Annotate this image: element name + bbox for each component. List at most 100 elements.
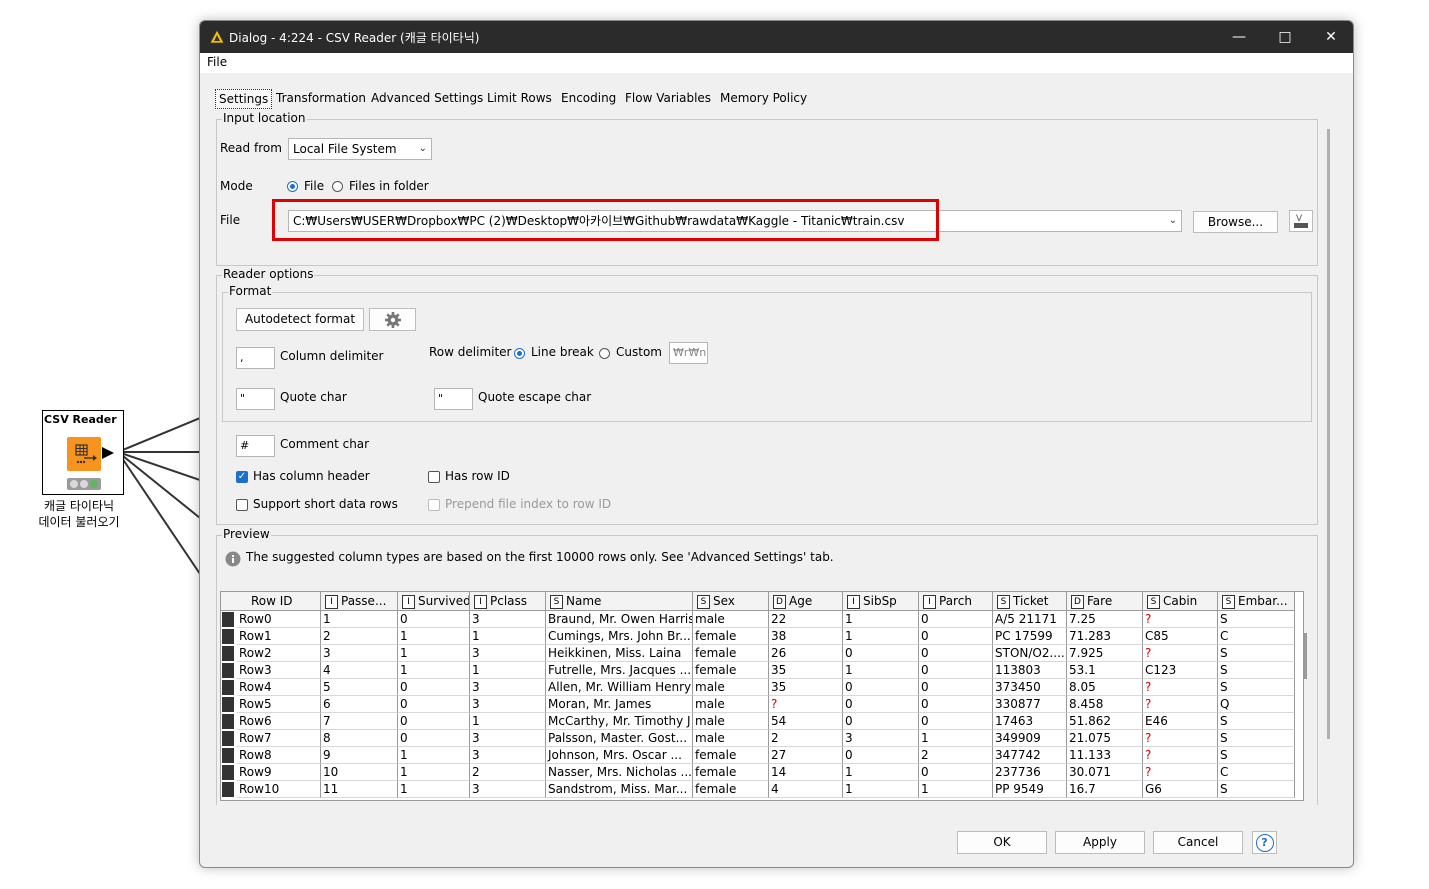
table-cell[interactable]: 2 bbox=[919, 747, 993, 764]
table-cell[interactable]: S bbox=[1218, 662, 1295, 679]
table-cell[interactable]: 1 bbox=[843, 764, 919, 781]
table-cell[interactable]: C bbox=[1218, 764, 1295, 781]
table-cell[interactable]: C85 bbox=[1143, 628, 1218, 645]
column-header[interactable]: S Embar... bbox=[1218, 592, 1295, 611]
table-cell[interactable]: 5 bbox=[321, 679, 398, 696]
row-id-cell[interactable]: Row8 bbox=[237, 747, 321, 764]
table-cell[interactable]: 0 bbox=[919, 696, 993, 713]
column-delimiter-input[interactable]: , bbox=[236, 347, 275, 369]
column-header[interactable]: D Age bbox=[769, 592, 843, 611]
table-cell[interactable]: 1 bbox=[470, 713, 546, 730]
table-cell[interactable]: ? bbox=[1143, 747, 1218, 764]
table-cell[interactable]: S bbox=[1218, 713, 1295, 730]
maximize-button[interactable]: □ bbox=[1262, 21, 1308, 53]
column-header[interactable]: I Parch bbox=[919, 592, 993, 611]
table-cell[interactable]: McCarthy, Mr. Timothy J bbox=[546, 713, 693, 730]
table-cell[interactable]: 1 bbox=[398, 781, 470, 798]
table-cell[interactable]: 0 bbox=[919, 611, 993, 628]
table-cell[interactable]: 51.862 bbox=[1067, 713, 1143, 730]
table-cell[interactable]: 8.05 bbox=[1067, 679, 1143, 696]
table-cell[interactable]: 35 bbox=[769, 679, 843, 696]
table-cell[interactable]: 373450 bbox=[993, 679, 1067, 696]
table-cell[interactable]: Sandstrom, Miss. Mar... bbox=[546, 781, 693, 798]
row-id-cell[interactable]: Row9 bbox=[237, 764, 321, 781]
table-cell[interactable]: 349909 bbox=[993, 730, 1067, 747]
table-cell[interactable]: Braund, Mr. Owen Harris bbox=[546, 611, 693, 628]
table-cell[interactable]: 0 bbox=[919, 713, 993, 730]
table-cell[interactable]: 6 bbox=[321, 696, 398, 713]
tab-flow-variables[interactable]: Flow Variables bbox=[622, 89, 714, 107]
ok-button[interactable]: OK bbox=[957, 831, 1047, 854]
browse-button[interactable]: Browse... bbox=[1193, 211, 1278, 233]
table-cell[interactable]: ? bbox=[1143, 696, 1218, 713]
table-cell[interactable]: 30.071 bbox=[1067, 764, 1143, 781]
table-cell[interactable]: 11 bbox=[321, 781, 398, 798]
table-cell[interactable]: 9 bbox=[321, 747, 398, 764]
has-row-id-checkbox[interactable] bbox=[428, 471, 440, 483]
title-bar[interactable]: Dialog - 4:224 - CSV Reader (캐글 타이타닉) — … bbox=[200, 21, 1353, 53]
table-cell[interactable]: 1 bbox=[919, 781, 993, 798]
table-cell[interactable]: S bbox=[1218, 730, 1295, 747]
table-cell[interactable]: 3 bbox=[470, 645, 546, 662]
autodetect-format-button[interactable]: Autodetect format bbox=[236, 308, 364, 331]
table-cell[interactable]: 0 bbox=[843, 713, 919, 730]
tab-encoding[interactable]: Encoding bbox=[558, 89, 619, 107]
table-cell[interactable]: 2 bbox=[321, 628, 398, 645]
table-cell[interactable]: 3 bbox=[470, 730, 546, 747]
table-cell[interactable]: S bbox=[1218, 781, 1295, 798]
table-cell[interactable]: Palsson, Master. Gost... bbox=[546, 730, 693, 747]
table-cell[interactable]: STON/O2.... bbox=[993, 645, 1067, 662]
table-cell[interactable]: male bbox=[693, 679, 769, 696]
help-button[interactable]: ? bbox=[1252, 831, 1277, 854]
has-column-header-checkbox[interactable]: ✓ bbox=[236, 471, 248, 483]
column-header[interactable]: S Ticket bbox=[993, 592, 1067, 611]
table-cell[interactable]: 27 bbox=[769, 747, 843, 764]
tab-settings[interactable]: Settings bbox=[215, 89, 273, 109]
table-cell[interactable]: 0 bbox=[398, 730, 470, 747]
table-cell[interactable]: 71.283 bbox=[1067, 628, 1143, 645]
table-cell[interactable]: male bbox=[693, 696, 769, 713]
table-cell[interactable]: 14 bbox=[769, 764, 843, 781]
row-id-cell[interactable]: Row4 bbox=[237, 679, 321, 696]
table-cell[interactable]: C bbox=[1218, 628, 1295, 645]
table-cell[interactable]: 11.133 bbox=[1067, 747, 1143, 764]
column-header[interactable]: I Pclass bbox=[470, 592, 546, 611]
table-cell[interactable]: S bbox=[1218, 747, 1295, 764]
row-delim-custom-input[interactable]: ₩r₩n bbox=[669, 342, 708, 364]
table-cell[interactable]: 4 bbox=[769, 781, 843, 798]
table-cell[interactable]: 0 bbox=[398, 696, 470, 713]
column-header[interactable]: I Survived bbox=[398, 592, 470, 611]
table-cell[interactable]: 22 bbox=[769, 611, 843, 628]
node-label[interactable]: 캐글 타이타닉 데이터 불러오기 bbox=[20, 498, 138, 530]
table-cell[interactable]: 21.075 bbox=[1067, 730, 1143, 747]
table-cell[interactable]: S bbox=[1218, 679, 1295, 696]
row-id-cell[interactable]: Row6 bbox=[237, 713, 321, 730]
read-from-select[interactable]: Local File System ⌄ bbox=[288, 138, 432, 160]
row-id-cell[interactable]: Row5 bbox=[237, 696, 321, 713]
table-cell[interactable]: 1 bbox=[398, 645, 470, 662]
table-cell[interactable]: 1 bbox=[843, 781, 919, 798]
tab-memory-policy[interactable]: Memory Policy bbox=[717, 89, 810, 107]
table-cell[interactable]: 1 bbox=[398, 662, 470, 679]
row-id-cell[interactable]: Row0 bbox=[237, 611, 321, 628]
quote-char-input[interactable]: " bbox=[236, 388, 275, 410]
menu-file[interactable]: File bbox=[207, 55, 227, 69]
table-cell[interactable]: 1 bbox=[398, 764, 470, 781]
row-id-cell[interactable]: Row3 bbox=[237, 662, 321, 679]
table-cell[interactable]: female bbox=[693, 645, 769, 662]
table-cell[interactable]: 0 bbox=[398, 679, 470, 696]
table-cell[interactable]: S bbox=[1218, 611, 1295, 628]
table-cell[interactable]: female bbox=[693, 781, 769, 798]
table-cell[interactable]: G6 bbox=[1143, 781, 1218, 798]
table-cell[interactable]: male bbox=[693, 713, 769, 730]
table-cell[interactable]: 0 bbox=[843, 679, 919, 696]
mode-file-radio[interactable] bbox=[287, 181, 298, 192]
table-cell[interactable]: 54 bbox=[769, 713, 843, 730]
table-cell[interactable]: 38 bbox=[769, 628, 843, 645]
table-cell[interactable]: 2 bbox=[470, 764, 546, 781]
flow-variable-button[interactable]: V bbox=[1289, 210, 1313, 232]
table-cell[interactable]: 8.458 bbox=[1067, 696, 1143, 713]
output-port-icon[interactable] bbox=[102, 447, 116, 459]
table-cell[interactable]: 1 bbox=[919, 730, 993, 747]
mode-folder-radio[interactable] bbox=[332, 181, 343, 192]
